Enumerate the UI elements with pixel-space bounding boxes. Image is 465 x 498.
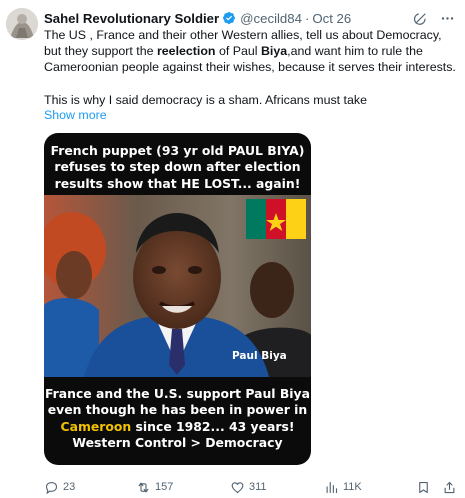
media-caption-top: French puppet (93 yr old PAUL BIYA) refu… [50,143,305,191]
action-bar: 23 157 311 11K [44,478,458,496]
tweet-paragraph-1: The US , France and their other Western … [44,28,456,75]
share-icon [444,481,455,493]
repost-icon [138,482,149,492]
share-button[interactable] [442,478,457,496]
grok-icon[interactable] [413,11,428,26]
reply-button[interactable]: 23 [44,478,75,496]
like-button[interactable]: 311 [230,478,267,496]
author-handle[interactable]: @cecild84 [240,11,302,26]
separator-dot: · [304,10,310,26]
bookmark-icon [419,481,428,493]
avatar[interactable] [6,8,38,40]
like-icon [231,481,244,493]
reply-count: 23 [63,481,76,493]
repost-count: 157 [155,481,174,493]
views-button[interactable]: 11K [324,478,362,496]
media-caption-bottom: France and the U.S. support Paul Biya ev… [45,386,310,451]
more-icon[interactable] [440,11,455,26]
tweet-media-image[interactable]: French puppet (93 yr old PAUL BIYA) refu… [44,133,311,465]
tweet-paragraph-2: This is why I said democracy is a sham. … [44,92,367,107]
views-count: 11K [343,481,362,493]
views-icon [326,481,338,493]
tweet-text: The US , France and their other Western … [44,27,462,108]
tweet-date[interactable]: Oct 26 [312,11,351,26]
verified-badge-icon [222,11,236,25]
show-more-link[interactable]: Show more [44,108,107,122]
reply-icon [45,481,58,494]
tweet-header: Sahel Revolutionary Soldier @cecild84 · … [44,9,455,27]
caption-highlight: Cameroon [60,418,132,434]
repost-button[interactable]: 157 [136,478,173,496]
author-name[interactable]: Sahel Revolutionary Soldier [44,11,219,26]
like-count: 311 [249,481,267,493]
bookmark-button[interactable] [416,478,431,496]
photo-label: Paul Biya [232,350,287,362]
